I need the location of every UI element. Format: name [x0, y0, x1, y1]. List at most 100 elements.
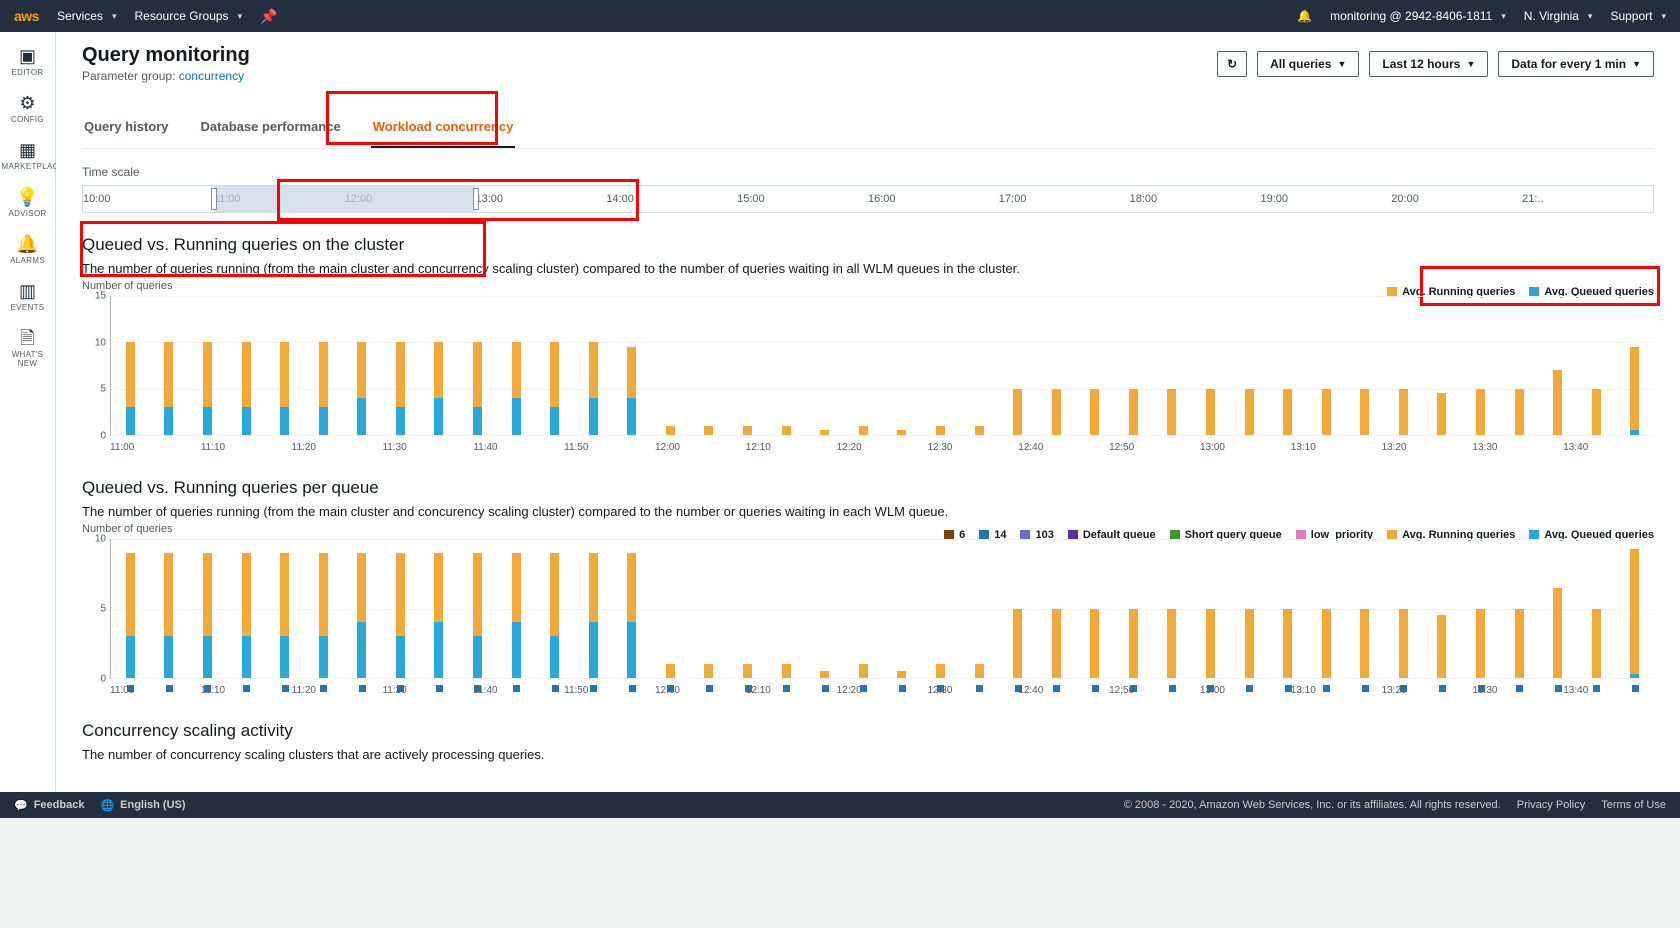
- bar-running: [820, 430, 829, 435]
- tab-database-performance[interactable]: Database performance: [199, 109, 343, 148]
- rail-item-alarms[interactable]: 🔔 ALARMS: [2, 230, 54, 269]
- bar-slot: [767, 426, 806, 435]
- copyright: © 2008 - 2020, Amazon Web Services, Inc.…: [1124, 799, 1501, 811]
- bar-slot: [1346, 389, 1385, 435]
- bar-running: [1129, 609, 1138, 679]
- x-tick: 12:40: [1018, 681, 1109, 699]
- bar-running: [550, 342, 559, 407]
- bar-running: [897, 430, 906, 435]
- bar-running: [1437, 393, 1446, 435]
- bar-slot: [1616, 549, 1655, 678]
- rail-item-advisor[interactable]: 💡ADVISOR: [2, 183, 54, 222]
- x-tick: 12:50: [1109, 681, 1200, 699]
- nav-bell-icon[interactable]: 🔔: [1297, 9, 1312, 23]
- param-link[interactable]: concurrency: [179, 69, 244, 83]
- x-tick: 11:50: [564, 438, 655, 456]
- granularity-label: Data for every 1 min: [1511, 57, 1626, 71]
- bar-slot: [1114, 609, 1153, 679]
- bar-running: [319, 553, 328, 636]
- bar-slot: [1268, 389, 1307, 435]
- nav-region[interactable]: N. Virginia: [1524, 9, 1593, 23]
- bar-running: [1360, 389, 1369, 435]
- bar-slot: [227, 553, 266, 678]
- bar-running: [1360, 609, 1369, 679]
- timescale-handle-left[interactable]: [211, 188, 217, 210]
- language-selector[interactable]: English (US): [120, 799, 185, 811]
- rail-label: ALARMS: [2, 256, 54, 265]
- timescale-tick: 10:00: [83, 186, 214, 212]
- bar-queued: [512, 622, 521, 678]
- bar-running: [1476, 609, 1485, 679]
- bar-slot: [728, 664, 767, 678]
- terms-link[interactable]: Terms of Use: [1601, 799, 1666, 811]
- bar-running: [357, 553, 366, 623]
- nav-account[interactable]: monitoring @ 2942-8406-1811: [1330, 9, 1506, 23]
- bar-slot: [1423, 615, 1462, 678]
- bar-slot: [304, 553, 343, 678]
- rail-item-events[interactable]: ▥EVENTS: [2, 277, 54, 316]
- bar-running: [512, 553, 521, 623]
- time-range-dropdown[interactable]: Last 12 hours▼: [1369, 51, 1488, 77]
- bar-slot: [535, 342, 574, 435]
- timescale-tick: 19:00: [1260, 186, 1391, 212]
- x-tick: 12:40: [1018, 438, 1109, 456]
- bar-slot: [1500, 389, 1539, 435]
- x-tick: 13:40: [1563, 681, 1654, 699]
- bar-slot: [690, 664, 729, 678]
- privacy-link[interactable]: Privacy Policy: [1517, 799, 1585, 811]
- timescale-tick: 16:00: [868, 186, 999, 212]
- bar-running: [1630, 347, 1639, 430]
- feedback-icon[interactable]: 💬: [14, 799, 28, 812]
- nav-support[interactable]: Support: [1610, 9, 1666, 23]
- timescale-handle-right[interactable]: [473, 188, 479, 210]
- aws-logo[interactable]: aws: [14, 8, 39, 24]
- rail-item-what-s-new[interactable]: 🗎WHAT'S NEW: [2, 324, 54, 372]
- bar-running: [280, 342, 289, 407]
- bar-slot: [497, 553, 536, 678]
- timescale-tick: 15:00: [737, 186, 868, 212]
- filter-queries-dropdown[interactable]: All queries▼: [1257, 51, 1359, 77]
- feedback-link[interactable]: Feedback: [34, 799, 85, 811]
- refresh-button[interactable]: ↻: [1217, 51, 1247, 77]
- bar-queued: [589, 622, 598, 678]
- bar-slot: [1307, 389, 1346, 435]
- bar-running: [589, 553, 598, 623]
- bar-slot: [960, 426, 999, 435]
- time-scale-slider[interactable]: 10:0011:0012:0013:0014:0015:0016:0017:00…: [82, 185, 1654, 213]
- chart1-plot: 05101511:0011:1011:2011:3011:4011:5012:0…: [82, 296, 1654, 456]
- x-tick: 11:30: [382, 681, 473, 699]
- rail-item-editor[interactable]: ▣EDITOR: [2, 42, 54, 81]
- bar-queued: [473, 636, 482, 678]
- bar-slot: [1191, 609, 1230, 679]
- chart-cluster-block: Queued vs. Running queries on the cluste…: [82, 235, 1654, 456]
- x-tick: 11:20: [292, 681, 383, 699]
- filter-label: All queries: [1270, 57, 1331, 71]
- bar-queued: [126, 407, 135, 435]
- bar-running: [512, 342, 521, 398]
- bar-running: [434, 553, 443, 623]
- x-tick: 11:40: [473, 438, 564, 456]
- bar-running: [704, 426, 713, 435]
- x-tick: 12:10: [746, 681, 837, 699]
- rail-icon: 🔔: [2, 234, 54, 254]
- range-label: Last 12 hours: [1382, 57, 1460, 71]
- tab-query-history[interactable]: Query history: [82, 109, 171, 148]
- nav-services[interactable]: Services: [57, 9, 117, 23]
- tabs: Query history Database performance Workl…: [82, 109, 1654, 149]
- bar-running: [203, 553, 212, 636]
- bar-running: [1630, 549, 1639, 674]
- bar-running: [1399, 389, 1408, 435]
- granularity-dropdown[interactable]: Data for every 1 min▼: [1498, 51, 1654, 77]
- globe-icon[interactable]: 🌐: [100, 799, 114, 812]
- rail-item-config[interactable]: ⚙CONFIG: [2, 89, 54, 128]
- tab-workload-concurrency[interactable]: Workload concurrency: [371, 109, 516, 148]
- left-rail: ▣EDITOR ⚙CONFIG ▦MARKETPLACE 💡ADVISOR 🔔 ALARM…: [0, 32, 56, 792]
- bar-queued: [280, 636, 289, 678]
- nav-resource-groups[interactable]: Resource Groups: [135, 9, 243, 23]
- bar-running: [242, 342, 251, 407]
- nav-pin-icon[interactable]: 📌: [260, 8, 277, 25]
- rail-item-marketplace[interactable]: ▦MARKETPLACE: [2, 136, 54, 175]
- bar-running: [126, 342, 135, 407]
- x-tick: 13:40: [1563, 438, 1654, 456]
- chart-scaling-block: Concurrency scaling activity The number …: [82, 721, 1654, 762]
